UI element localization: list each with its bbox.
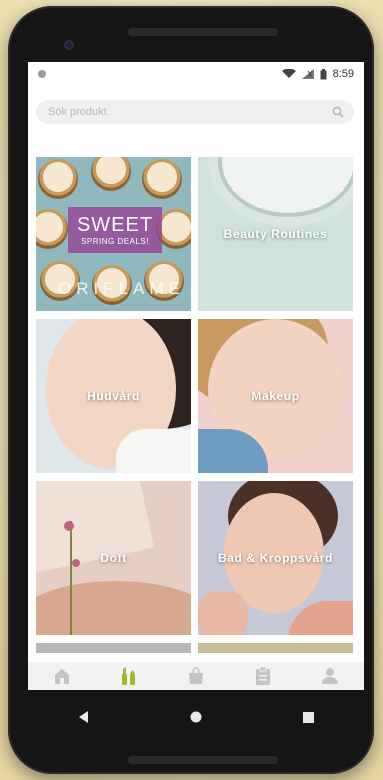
- category-tile-doft[interactable]: Doft: [36, 481, 191, 635]
- promo-title: SWEET: [76, 213, 154, 236]
- makeup-brush-icon: [121, 667, 135, 685]
- hand-image: [198, 591, 248, 635]
- flower-stem-image: [70, 521, 72, 635]
- flower-bud-image: [72, 559, 80, 567]
- back-icon: [79, 711, 88, 723]
- shopping-bag-icon: [188, 667, 203, 684]
- system-recents-button[interactable]: [293, 702, 323, 732]
- category-label: Beauty Routines: [223, 227, 328, 241]
- signal-icon: [301, 69, 314, 79]
- front-camera: [64, 40, 74, 50]
- status-icons: 8:59: [281, 68, 354, 80]
- category-tile-makeup[interactable]: Makeup: [198, 319, 353, 473]
- search-icon[interactable]: [332, 106, 344, 118]
- nav-home[interactable]: [47, 664, 77, 688]
- system-back-button[interactable]: [69, 702, 99, 732]
- nav-categories[interactable]: [114, 664, 144, 688]
- profile-icon: [322, 668, 339, 684]
- system-home-button[interactable]: [181, 702, 211, 732]
- bottom-navigation: [28, 662, 364, 690]
- status-bar: 8:59: [28, 62, 364, 86]
- top-speaker: [128, 28, 278, 36]
- cupcake-image: [91, 157, 131, 191]
- status-time: 8:59: [332, 68, 354, 80]
- cupcake-image: [38, 159, 78, 199]
- category-label: Bad & Kroppsvård: [218, 551, 333, 565]
- wifi-icon: [281, 69, 296, 78]
- clipboard-icon: [256, 666, 271, 685]
- category-tile-peek[interactable]: [198, 643, 353, 653]
- fabric-image: [36, 581, 191, 635]
- category-tile-peek[interactable]: [36, 643, 191, 653]
- perfume-box-image: [36, 481, 155, 573]
- category-label: Hudvård: [87, 389, 140, 403]
- home-icon: [54, 669, 69, 684]
- nav-profile[interactable]: [315, 664, 345, 688]
- cupcake-image: [36, 209, 68, 249]
- category-label: Makeup: [251, 389, 300, 403]
- shirt-image: [116, 429, 191, 473]
- app-screen: 8:59 SWEET SPRING DEALS! ORIFLAME: [28, 62, 364, 690]
- flower-bud-image: [64, 521, 74, 531]
- bottom-speaker: [128, 756, 278, 764]
- sweet-promo-banner: SWEET SPRING DEALS!: [68, 207, 162, 253]
- category-tile-beauty-routines[interactable]: Beauty Routines: [198, 157, 353, 311]
- search-input[interactable]: [46, 105, 332, 119]
- nav-orders[interactable]: [248, 664, 278, 688]
- promo-subtitle: SPRING DEALS!: [81, 236, 149, 246]
- home-circle-icon: [190, 711, 202, 723]
- category-tile-hudvard[interactable]: Hudvård: [36, 319, 191, 473]
- category-tile-bad-kroppsvard[interactable]: Bad & Kroppsvård: [198, 481, 353, 635]
- search-bar[interactable]: [36, 100, 354, 124]
- system-navigation-bar: [28, 698, 364, 736]
- promo-tile[interactable]: SWEET SPRING DEALS! ORIFLAME: [36, 157, 191, 311]
- battery-icon: [320, 68, 327, 79]
- shoulder-image: [288, 601, 353, 635]
- cupcake-image: [142, 159, 182, 199]
- recents-icon: [302, 711, 314, 723]
- brand-logo-text: ORIFLAME: [58, 279, 185, 298]
- category-label: Doft: [100, 551, 127, 565]
- notification-dot-icon: [38, 70, 46, 78]
- nav-shop[interactable]: [181, 664, 211, 688]
